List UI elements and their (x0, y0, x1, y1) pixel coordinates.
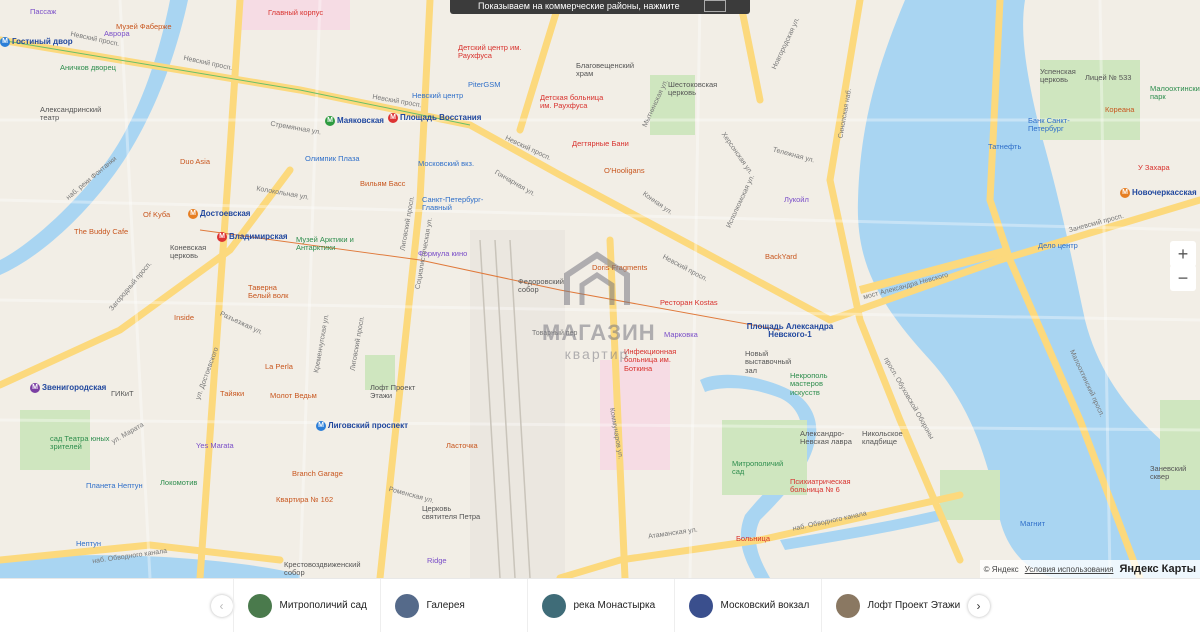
poi[interactable]: Некрополь мастеров искусств (790, 371, 850, 397)
poi[interactable]: Вильям Басс (360, 179, 405, 188)
poi[interactable]: Пассаж (30, 7, 56, 16)
poi[interactable]: Невский центр (412, 91, 463, 100)
poi[interactable]: Молот Ведьм (270, 391, 317, 400)
poi[interactable]: Санкт-Петербург-Главный (422, 195, 492, 213)
poi[interactable]: У Захара (1138, 163, 1170, 172)
district-banner[interactable]: Показываем на коммерческие районы, нажми… (450, 0, 750, 14)
poi[interactable]: Митрополичий сад (732, 459, 783, 477)
poi[interactable]: BackYard (765, 252, 797, 261)
poi[interactable]: Планета Нептун (86, 481, 143, 490)
thumbnail (688, 593, 713, 618)
yandex-maps-logo[interactable]: Яндекс Карты (1119, 563, 1196, 575)
poi[interactable]: Ridge (427, 556, 447, 565)
gallery-item[interactable]: Лофт Проект Этажи (820, 579, 968, 632)
poi[interactable]: Московский вкз. (418, 159, 474, 168)
poi[interactable]: Таверна Белый волк (248, 283, 298, 301)
poi[interactable]: Аничков дворец (60, 63, 116, 72)
map-copyright: © Яндекс Условия использования Яндекс Ка… (979, 560, 1200, 578)
metro-station[interactable]: М Площадь Восстания (388, 113, 481, 123)
poi[interactable]: Заневский сквер (1150, 464, 1200, 482)
thumbnail (394, 593, 419, 618)
photo-gallery: ‹ Митрополичий сад Галерея река Монастыр… (0, 578, 1200, 632)
poi[interactable]: Локомотив (160, 478, 197, 487)
metro-station[interactable]: М Новочеркасская (1120, 188, 1197, 198)
poi[interactable]: Олимпик Плаза (305, 154, 360, 163)
toggle-icon[interactable] (704, 0, 726, 12)
poi[interactable]: Музей Арктики и Антарктики (296, 235, 356, 253)
metro-station[interactable]: Площадь Александра Невского-1 (745, 323, 835, 339)
zoom-out-button[interactable]: − (1170, 265, 1196, 291)
map-canvas[interactable]: Показываем на коммерческие районы, нажми… (0, 0, 1200, 578)
poi[interactable]: Дегтярные Бани (572, 139, 629, 148)
gallery-prev-button[interactable]: ‹ (210, 594, 233, 617)
poi[interactable]: The Buddy Cafe (74, 227, 128, 236)
metro-station[interactable]: М Гостиный двор (0, 37, 73, 47)
poi[interactable]: Крестовоздвиженский собор (284, 560, 364, 578)
poi[interactable]: Нептун (76, 539, 101, 548)
poi[interactable]: PiterGSM (468, 80, 501, 89)
poi[interactable]: Никольское кладбище (862, 429, 912, 447)
poi[interactable]: Yes Marata (196, 441, 234, 450)
metro-station[interactable]: М Маяковская (325, 116, 384, 126)
poi[interactable]: Лофт Проект Этажи (370, 383, 420, 401)
metro-station[interactable]: М Владимирская (217, 232, 288, 242)
poi[interactable]: O'Hooligans (604, 166, 645, 175)
poi[interactable]: Лукойл (784, 195, 809, 204)
poi[interactable]: Коневская церковь (170, 243, 215, 261)
poi[interactable]: Банк Санкт-Петербург (1028, 116, 1088, 134)
house-logo-icon (564, 251, 630, 305)
poi[interactable]: Дело центр (1038, 241, 1078, 250)
poi[interactable]: Branch Garage (292, 469, 343, 478)
gallery-item[interactable]: река Монастырка (526, 579, 674, 632)
poi[interactable]: Малоохтинский парк (1150, 84, 1200, 102)
poi[interactable]: Кореана (1105, 105, 1134, 114)
poi[interactable]: Тайяки (220, 389, 244, 398)
gallery-item[interactable]: Московский вокзал (673, 579, 821, 632)
gallery-item[interactable]: Галерея (379, 579, 527, 632)
poi[interactable]: La Perla (265, 362, 293, 371)
metro-station[interactable]: М Достоевская (188, 209, 250, 219)
poi[interactable]: Лицей № 533 (1085, 73, 1131, 82)
poi[interactable]: сад Театра юных зрителей (50, 434, 110, 452)
watermark-logo: МАГАЗИН квартир (542, 250, 655, 362)
poi[interactable]: Аврора (104, 29, 130, 38)
poi[interactable]: Ласточка (446, 441, 478, 450)
poi[interactable]: Татнефть (988, 142, 1021, 151)
poi[interactable]: Благовещенский храм (576, 61, 636, 79)
poi[interactable]: ГИКиТ (111, 389, 134, 398)
thumbnail (247, 593, 272, 618)
thumbnail (541, 593, 566, 618)
poi[interactable]: Ресторан Kostas (660, 298, 718, 307)
poi[interactable]: Успенская церковь (1040, 67, 1090, 85)
poi[interactable]: Детский центр им. Раухфуса (458, 43, 528, 61)
poi[interactable]: Марковка (664, 330, 698, 339)
poi[interactable]: Церковь святителя Петра (422, 504, 482, 522)
poi[interactable]: Inside (174, 313, 194, 322)
poi[interactable]: Магнит (1020, 519, 1045, 528)
poi[interactable]: Квартира № 162 (276, 495, 333, 504)
metro-station[interactable]: М Лиговский проспект (316, 421, 408, 431)
poi[interactable]: Шестоковская церковь (668, 80, 728, 98)
poi[interactable]: Александринский театр (40, 105, 110, 123)
poi[interactable]: Психиатрическая больница № 6 (790, 477, 860, 495)
poi[interactable]: Александро-Невская лавра (800, 429, 860, 447)
zoom-in-button[interactable]: + (1170, 241, 1196, 267)
gallery-item[interactable]: Митрополичий сад (232, 579, 380, 632)
poi[interactable]: Of Kуба (143, 210, 170, 219)
terms-link[interactable]: Условия использования (1025, 565, 1114, 574)
poi[interactable]: Детская больница им. Раухфуса (540, 93, 615, 111)
thumbnail (835, 593, 860, 618)
poi[interactable]: Duo Asia (180, 157, 210, 166)
gallery-next-button[interactable]: › (967, 594, 990, 617)
metro-station[interactable]: М Звенигородская (30, 383, 106, 393)
poi[interactable]: Главный корпус (268, 8, 323, 17)
poi[interactable]: Больница (736, 534, 770, 543)
